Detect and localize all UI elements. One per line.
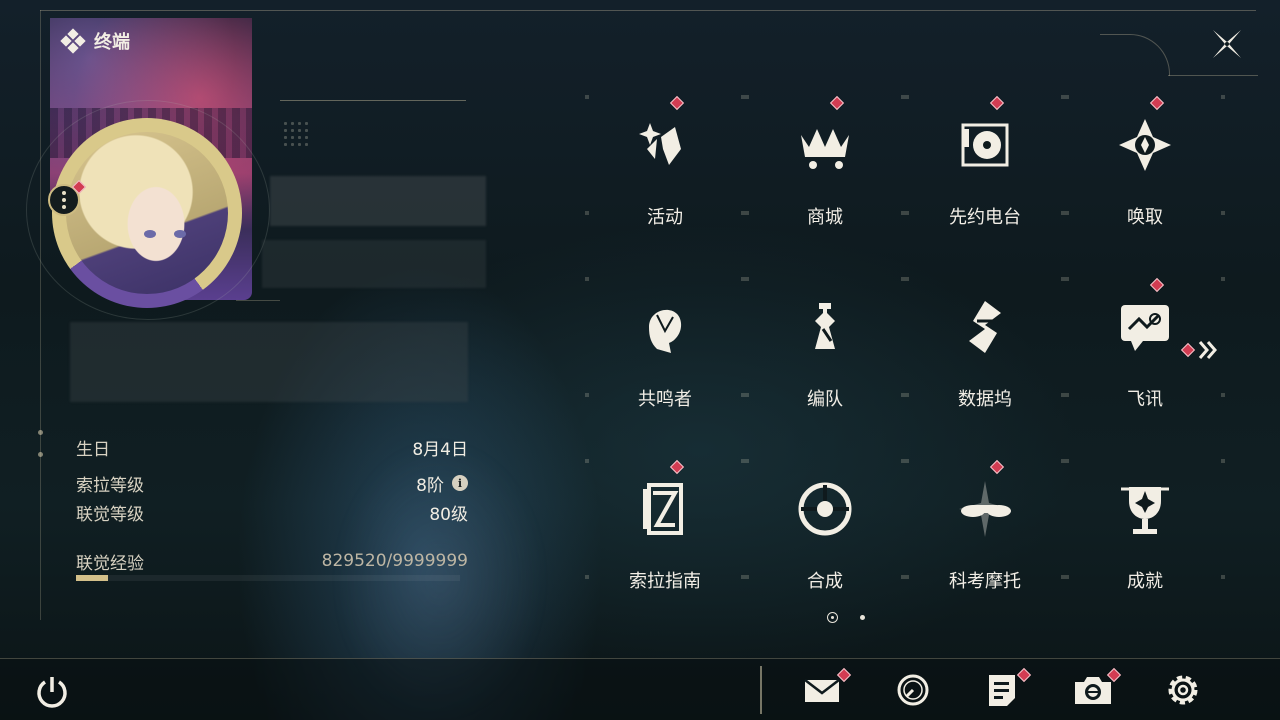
notification-badge: [989, 95, 1005, 111]
clock-icon: [897, 674, 929, 706]
message-bubble-icon: [1121, 305, 1169, 351]
trophy-icon: [1121, 487, 1169, 534]
menu-item-label: 商城: [807, 207, 843, 228]
menu-item-label: 编队: [807, 389, 843, 410]
settings-gear-icon: [1168, 675, 1198, 705]
menu-item-2[interactable]: 商城: [745, 95, 905, 275]
stat-sola-level: 索拉等级 8阶 i: [76, 472, 468, 496]
bottom-bar-divider: [760, 666, 762, 714]
menu-item-label: 成就: [1127, 571, 1163, 592]
menu-item-11[interactable]: 科考摩托: [905, 459, 1065, 639]
exp-progress-bar: [76, 575, 460, 581]
clock-button[interactable]: [893, 672, 933, 708]
menu-item-1[interactable]: 活动: [585, 95, 745, 275]
menu-item-label: 共鸣者: [638, 389, 692, 410]
stat-birthday: 生日 8月4日: [76, 439, 468, 460]
data-dock-icon: [969, 301, 1001, 353]
next-page-button[interactable]: [1196, 338, 1222, 362]
page-indicator[interactable]: [860, 615, 865, 620]
header: 终端: [60, 28, 130, 54]
frame-corner-line: [1168, 75, 1258, 76]
notification-badge: [829, 95, 845, 111]
player-id-blurred: [262, 240, 486, 288]
menu-item-3[interactable]: 先约电台: [905, 95, 1065, 275]
stat-union-exp: 联觉经验 829520/9999999: [76, 551, 468, 574]
notification-badge: [669, 459, 685, 475]
settings-button[interactable]: [1163, 672, 1203, 708]
page-indicator-active[interactable]: [827, 612, 838, 623]
shopping-cart-crown-icon: [801, 129, 849, 169]
menu-item-label: 数据坞: [958, 389, 1012, 410]
menu-item-label: 飞讯: [1127, 389, 1163, 410]
menu-item-label: 唤取: [1127, 207, 1163, 228]
menu-item-label: 合成: [807, 571, 843, 592]
close-button[interactable]: [1205, 22, 1249, 66]
camera-icon: [1075, 677, 1111, 704]
notification-badge: [1149, 95, 1165, 111]
compass-star-icon: [1119, 119, 1171, 171]
frame-top-line: [40, 10, 1256, 11]
synthesis-icon: [798, 482, 852, 536]
notification-badge: [989, 459, 1005, 475]
menu-item-8[interactable]: 飞讯: [1065, 277, 1225, 457]
menu-item-10[interactable]: 合成: [745, 459, 905, 639]
menu-item-label: 先约电台: [949, 207, 1021, 228]
motorbike-icon: [959, 481, 1011, 537]
notes-button[interactable]: [983, 672, 1023, 708]
menu-item-9[interactable]: 索拉指南: [585, 459, 745, 639]
notification-badge: [1149, 277, 1165, 293]
terminal-diamond-icon: [60, 28, 86, 54]
page-title: 终端: [94, 32, 130, 53]
menu-item-label: 活动: [647, 207, 683, 228]
chess-team-icon: [815, 303, 835, 349]
camera-button[interactable]: [1073, 672, 1113, 708]
close-icon: [1213, 30, 1241, 58]
signature-blurred: [70, 322, 468, 402]
name-divider: [280, 100, 466, 101]
menu-item-7[interactable]: 数据坞: [905, 277, 1065, 457]
left-ruler: [38, 430, 44, 470]
guide-book-icon: [643, 483, 683, 535]
power-button[interactable]: [32, 672, 72, 708]
frame-left-line: [40, 10, 41, 620]
notification-badge: [669, 95, 685, 111]
double-chevron-right-icon: [1198, 341, 1217, 359]
menu-item-12[interactable]: 成就: [1065, 459, 1225, 639]
sparkle-event-icon: [639, 123, 681, 165]
divider: [236, 300, 280, 301]
stat-union-level: 联觉等级 80级: [76, 504, 468, 525]
mail-icon: [804, 679, 840, 702]
notes-icon: [989, 675, 1015, 706]
radio-turntable-icon: [961, 123, 1009, 167]
menu-item-label: 科考摩托: [949, 571, 1021, 592]
menu-item-6[interactable]: 编队: [745, 277, 905, 457]
menu-item-label: 索拉指南: [629, 571, 701, 592]
mail-button[interactable]: [803, 672, 843, 708]
exp-progress-fill: [76, 575, 108, 581]
character-head-icon: [649, 309, 682, 353]
decor-dot-grid: [282, 120, 310, 148]
power-icon: [37, 677, 67, 708]
menu-item-5[interactable]: 共鸣者: [585, 277, 745, 457]
player-name-blurred: [270, 176, 486, 226]
menu-item-4[interactable]: 唤取: [1065, 95, 1225, 275]
info-icon[interactable]: i: [452, 475, 468, 491]
avatar[interactable]: [66, 132, 228, 294]
